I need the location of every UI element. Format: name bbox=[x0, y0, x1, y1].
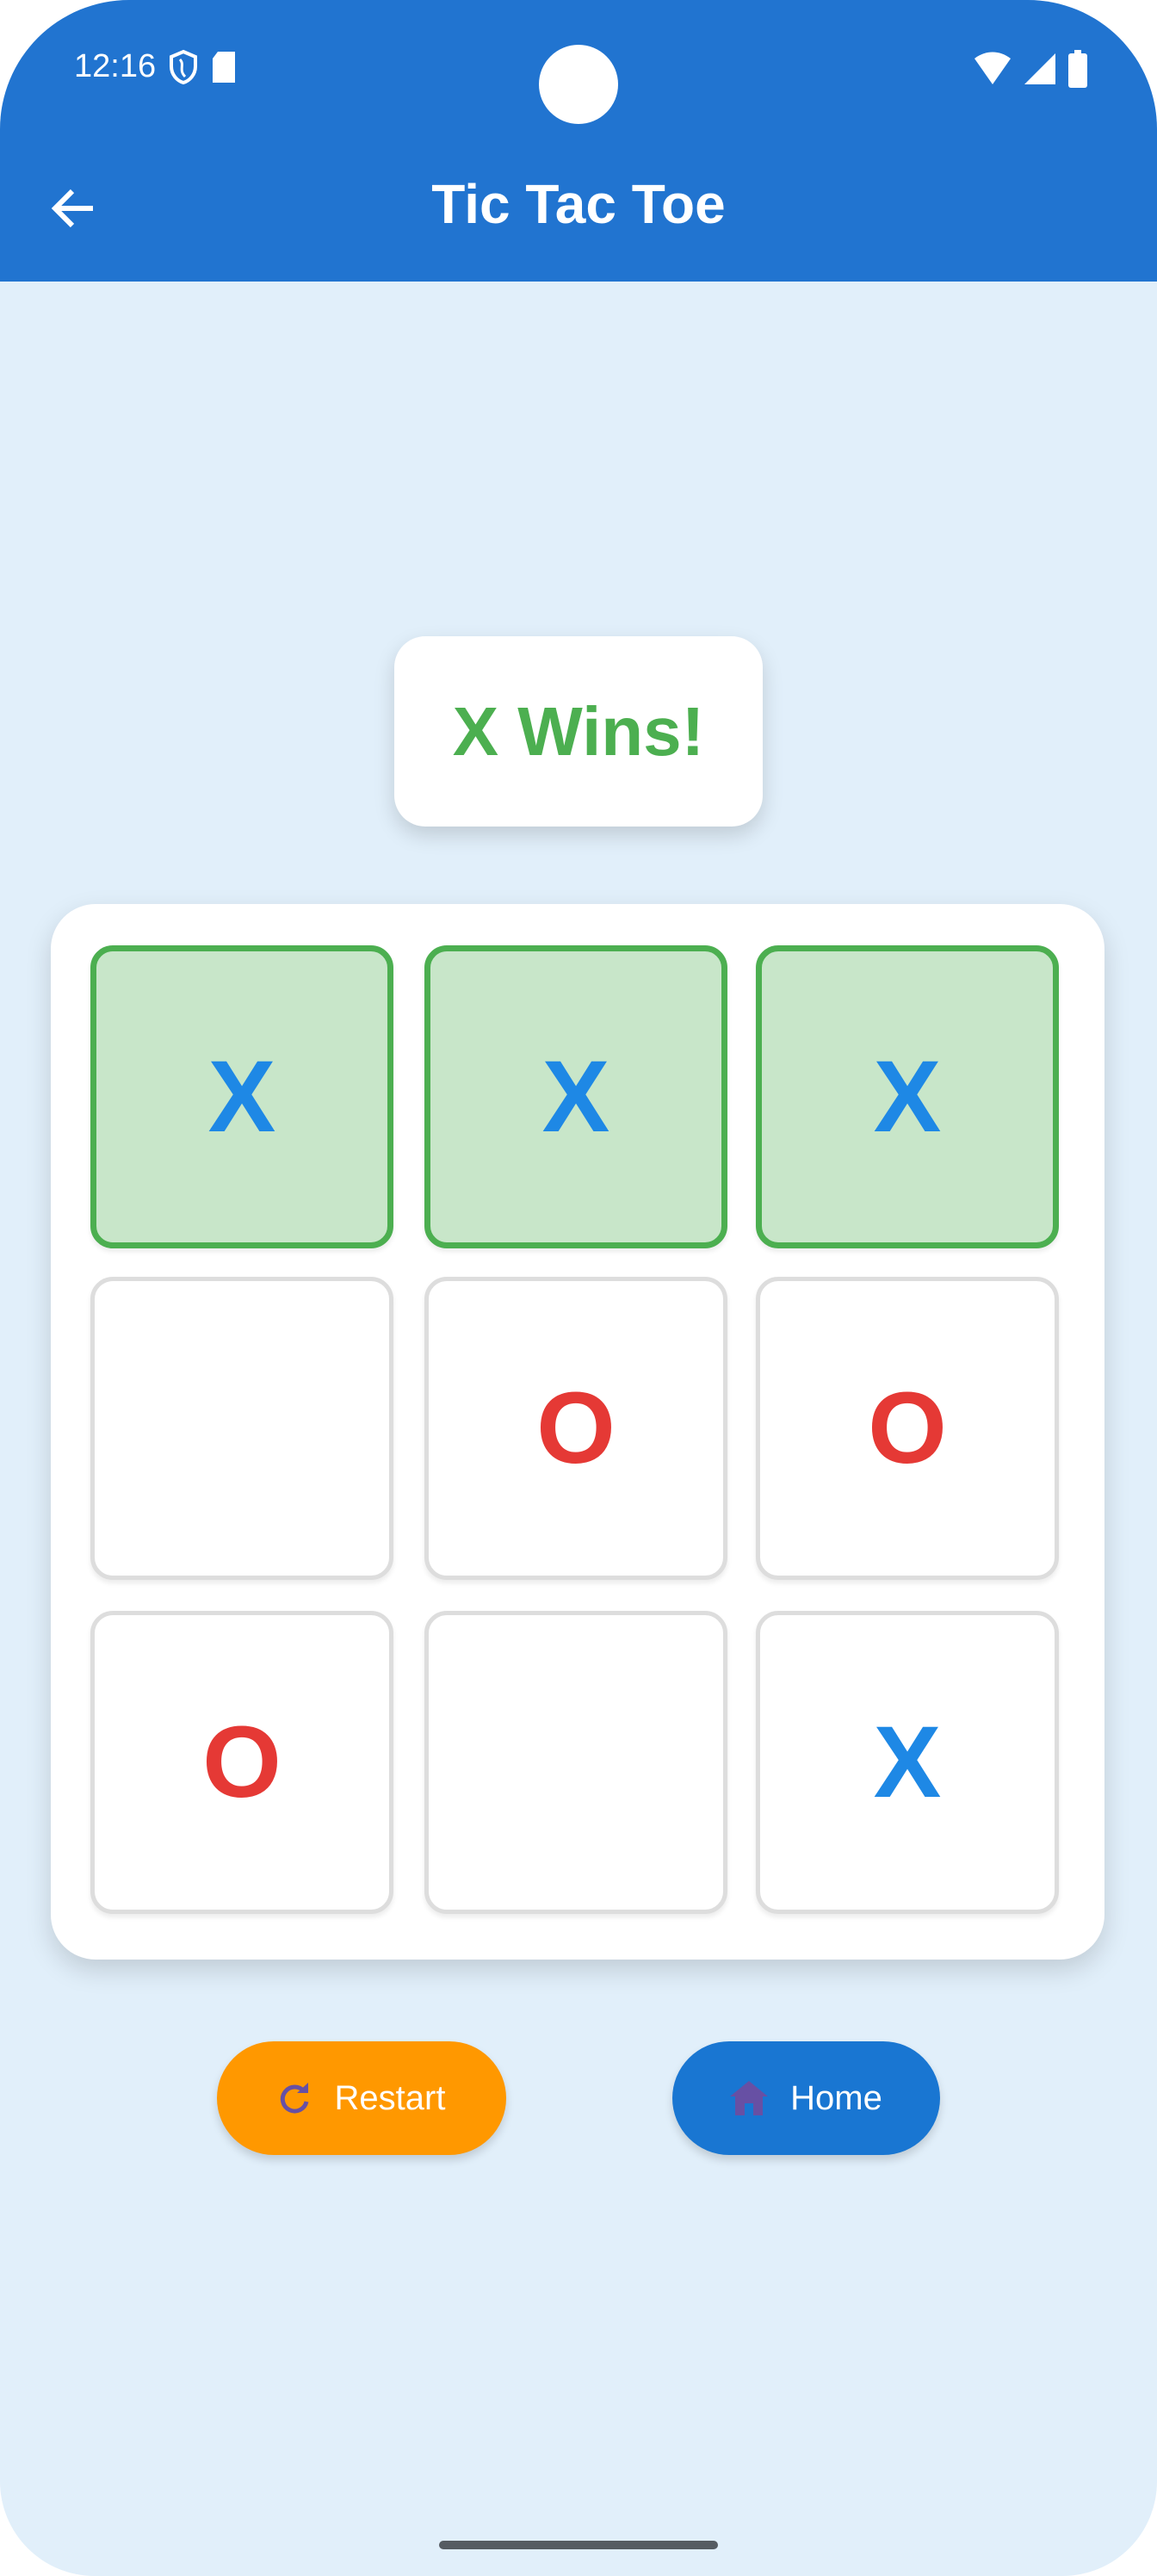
clock: 12:16 bbox=[74, 48, 157, 84]
home-button[interactable]: Home bbox=[672, 2041, 940, 2155]
restart-button[interactable]: Restart bbox=[217, 2041, 506, 2155]
game-board: X X X O O O X bbox=[51, 904, 1104, 1960]
refresh-icon bbox=[280, 2083, 308, 2114]
page-title: Tic Tac Toe bbox=[431, 173, 726, 235]
sd-card-icon bbox=[213, 51, 236, 83]
game-status-text: X Wins! bbox=[452, 692, 705, 770]
cell-mark: O bbox=[868, 1372, 947, 1485]
cell-mark: X bbox=[873, 1040, 942, 1154]
restart-label: Restart bbox=[334, 2078, 446, 2117]
home-label: Home bbox=[790, 2078, 882, 2117]
cell-mark: X bbox=[541, 1040, 610, 1154]
camera-cutout bbox=[539, 45, 618, 124]
shield-icon bbox=[170, 49, 198, 84]
board-cell-0[interactable]: X bbox=[90, 945, 393, 1248]
board-cell-2[interactable]: X bbox=[756, 945, 1059, 1248]
battery-icon bbox=[1068, 50, 1087, 88]
system-icons bbox=[973, 50, 1088, 88]
home-icon bbox=[730, 2081, 769, 2115]
board-cell-7[interactable] bbox=[424, 1611, 727, 1914]
cell-mark: X bbox=[207, 1040, 276, 1154]
board-cell-8[interactable]: X bbox=[756, 1611, 1059, 1914]
game-status-card: X Wins! bbox=[394, 636, 763, 827]
board-cell-1[interactable]: X bbox=[424, 945, 727, 1248]
board-cell-5[interactable]: O bbox=[756, 1277, 1059, 1580]
board-cell-3[interactable] bbox=[90, 1277, 393, 1580]
signal-icon bbox=[1024, 53, 1055, 84]
cell-mark: O bbox=[536, 1372, 616, 1485]
cell-mark: O bbox=[202, 1706, 282, 1819]
wifi-icon bbox=[974, 52, 1011, 84]
board-cell-4[interactable]: O bbox=[424, 1277, 727, 1580]
status-bar: 12:16 bbox=[74, 48, 237, 85]
home-gesture-bar[interactable] bbox=[439, 2541, 718, 2549]
app-bar: 12:16 Tic Tac Toe bbox=[0, 0, 1157, 282]
cell-mark: X bbox=[873, 1706, 942, 1819]
screen: 12:16 Tic Tac Toe X Wins! X X X O O O X Restar… bbox=[0, 0, 1157, 2576]
board-cell-6[interactable]: O bbox=[90, 1611, 393, 1914]
